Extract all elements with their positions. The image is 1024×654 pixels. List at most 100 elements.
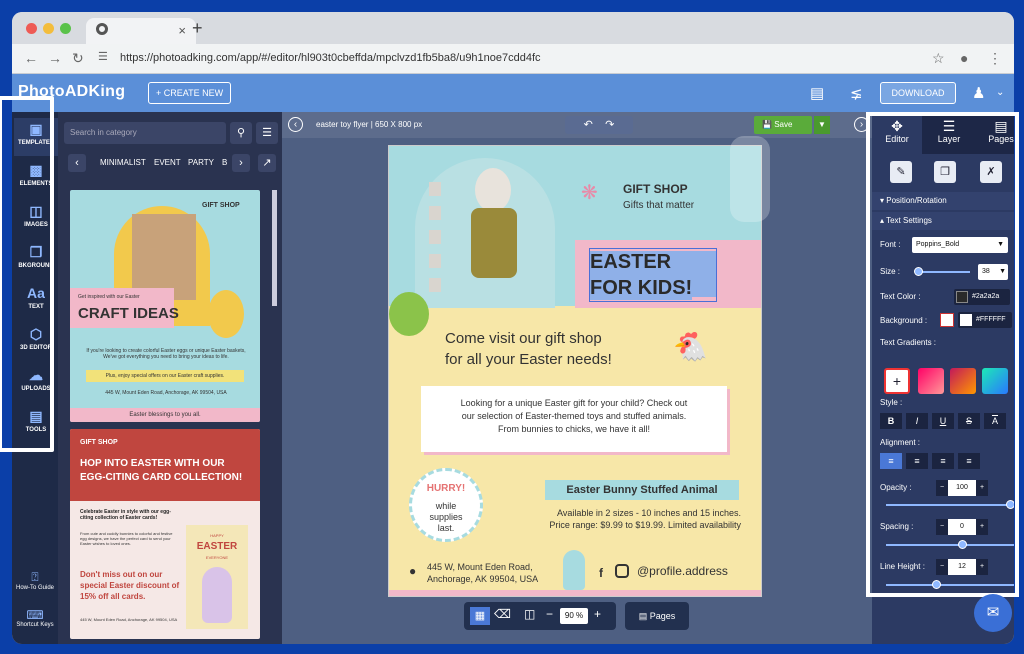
chick-decoration: 🐔 [673, 331, 708, 362]
browser-tab[interactable]: × [86, 18, 196, 44]
template-card-egg-citing[interactable]: GIFT SHOP HOP INTO EASTER WITH OUR EGG-C… [70, 429, 260, 639]
price-text[interactable]: Price range: $9.99 to $19.99. Limited av… [501, 520, 741, 530]
minimize-window-dot[interactable] [43, 23, 54, 34]
flyer-visit-2[interactable]: for all your Easter needs! [445, 351, 612, 368]
share-icon[interactable]: ⪇ [850, 84, 863, 102]
collapse-left-icon[interactable]: ‹ [288, 117, 303, 132]
mini-happy: HAPPY [210, 533, 224, 538]
category-party[interactable]: PARTY [188, 158, 214, 167]
chevron-down-icon[interactable]: ⌄ [996, 87, 1004, 98]
presentation-icon[interactable]: ◫ [524, 607, 535, 621]
pages-button[interactable]: ▤ Pages [625, 602, 689, 630]
back-icon[interactable]: ← [24, 50, 38, 66]
flyer-address-1[interactable]: 445 W, Mount Eden Road, [427, 562, 533, 572]
profile-icon[interactable]: ● [960, 50, 968, 66]
hurry-badge[interactable]: HURRY! while supplies last. [409, 468, 483, 542]
howto-guide-button[interactable]: ⍰ How-To Guide [12, 570, 58, 591]
search-icon[interactable]: ⚲ [230, 122, 252, 144]
highlight-left-sidebar [0, 96, 54, 452]
chrome-icon [96, 23, 108, 35]
undo-icon[interactable]: ↶ [584, 119, 593, 131]
flyer-tagline[interactable]: Gifts that matter [623, 200, 694, 211]
butterfly-icon: ❋ [581, 182, 598, 204]
expand-icon[interactable]: ↗ [258, 154, 276, 172]
small-bunny-decoration [563, 550, 585, 590]
product-title[interactable]: Easter Bunny Stuffed Animal [545, 480, 739, 500]
chat-support-button[interactable]: ✉ [974, 594, 1012, 632]
create-new-button[interactable]: + CREATE NEW [148, 82, 232, 104]
category-minimalist[interactable]: MINIMALIST [100, 158, 146, 167]
templates-panel: Search in category ⚲ ☰ ‹ MINIMALIST EVEN… [58, 112, 282, 644]
shortcut-keys-button[interactable]: ⌨ Shortcut Keys [12, 608, 58, 628]
file-name-label: easter toy flyer | 650 X 800 px [316, 120, 423, 129]
mini-everyone: EVERYONE [205, 555, 229, 560]
grid-icon[interactable]: ▦ [470, 607, 490, 625]
bunny-head [475, 168, 511, 212]
facebook-icon: f [599, 566, 603, 580]
panel-scrollbar[interactable] [272, 190, 277, 306]
new-tab-button[interactable]: + [192, 18, 203, 39]
card-address: 445 W, Mount Eden Road, Anchorage, AK 99… [105, 390, 227, 396]
card2-mini-card: HAPPY EASTER EVERYONE [186, 525, 248, 629]
category-b[interactable]: B [222, 158, 227, 167]
category-event[interactable]: EVENT [154, 158, 181, 167]
search-input[interactable]: Search in category [64, 122, 226, 144]
question-icon: ⍰ [31, 570, 39, 584]
chevron-left-icon[interactable]: ‹ [68, 154, 86, 172]
close-window-dot[interactable] [26, 23, 37, 34]
instagram-icon [615, 564, 629, 578]
list-view-icon[interactable]: ☰ [256, 122, 278, 144]
highlight-right-panel [866, 112, 1019, 597]
save-icon: 💾 [762, 120, 772, 129]
card2-address: 445 W, Mount Eden Road, Anchorage, AK 99… [80, 617, 178, 622]
user-avatar-icon[interactable]: ♟ [972, 84, 985, 102]
chat-icon: ✉ [986, 604, 1000, 621]
template-card-craft-ideas[interactable]: GIFT SHOP Get inspired with our Easter C… [70, 190, 260, 422]
card-title: CRAFT IDEAS [78, 305, 179, 322]
save-button[interactable]: 💾 Save [754, 116, 812, 134]
zoom-level[interactable]: 90 % [560, 608, 588, 624]
egg-column [429, 182, 441, 292]
flyer-shop-name[interactable]: GIFT SHOP [623, 182, 688, 196]
site-info-icon[interactable]: ☰ [98, 50, 108, 63]
card-brand: GIFT SHOP [202, 202, 240, 209]
design-canvas[interactable]: ❋ GIFT SHOP Gifts that matter EASTER FUN… [389, 146, 761, 596]
zoom-out-icon[interactable]: − [546, 607, 553, 621]
flyer-visit-1[interactable]: Come visit our gift shop [445, 330, 602, 347]
bunny-ears-overflow [730, 136, 770, 222]
app-header: PhotoADKing + CREATE NEW ▤ ⪇ DOWNLOAD ♟ … [12, 74, 1014, 112]
redo-icon[interactable]: ↷ [605, 119, 614, 131]
flyer-address-2[interactable]: Anchorage, AK 99504, USA [427, 574, 538, 584]
mini-easter: EASTER [196, 541, 238, 552]
tab-close-icon[interactable]: × [178, 23, 186, 38]
card-offer: Plus, enjoy special offers on our Easter… [86, 370, 244, 382]
card2-p1: Celebrate Easter in style with our egg-c… [80, 509, 171, 521]
box-line-3: From bunnies to chicks, we have it all! [497, 424, 651, 434]
eraser-icon[interactable]: ⌫ [494, 607, 511, 621]
save-dropdown-icon[interactable]: ▼ [814, 116, 830, 134]
download-button[interactable]: DOWNLOAD [880, 82, 956, 104]
canvas-toolbar: ‹ easter toy flyer | 650 X 800 px ↶ ↷ 💾 … [282, 112, 872, 138]
maximize-window-dot[interactable] [60, 23, 71, 34]
reload-icon[interactable]: ↻ [72, 50, 84, 67]
forward-icon[interactable]: → [48, 50, 62, 66]
box-line-1: Looking for a unique Easter gift for you… [460, 398, 688, 408]
chevron-right-icon[interactable]: › [232, 154, 250, 172]
feedback-icon[interactable]: ▤ [810, 84, 824, 102]
headline-selection[interactable]: EASTER FUN FOR KIDS! [589, 248, 717, 302]
card2-p3: Don't miss out on our special Easter dis… [80, 570, 180, 601]
url-text[interactable]: https://photoadking.com/app/#/editor/hl9… [120, 52, 541, 64]
description-box[interactable]: Looking for a unique Easter gift for you… [421, 386, 727, 452]
location-pin-icon: ● [409, 564, 417, 578]
bookmark-star-icon[interactable]: ☆ [932, 50, 945, 67]
flyer-headline-2: FOR KIDS! [590, 277, 693, 300]
zoom-in-icon[interactable]: + [594, 607, 601, 621]
while-text-1: while [435, 501, 457, 511]
menu-kebab-icon[interactable]: ⋮ [988, 50, 1002, 67]
flyer-social-handle[interactable]: @profile.address [637, 564, 728, 578]
availability-text[interactable]: Available in 2 sizes - 10 inches and 15 … [501, 508, 741, 518]
undo-redo-group: ↶ ↷ [565, 116, 633, 134]
while-text-2: supplies [429, 512, 463, 522]
card-small-text: Get inspired with our Easter [78, 294, 140, 300]
pages-icon: ▤ [638, 611, 648, 621]
